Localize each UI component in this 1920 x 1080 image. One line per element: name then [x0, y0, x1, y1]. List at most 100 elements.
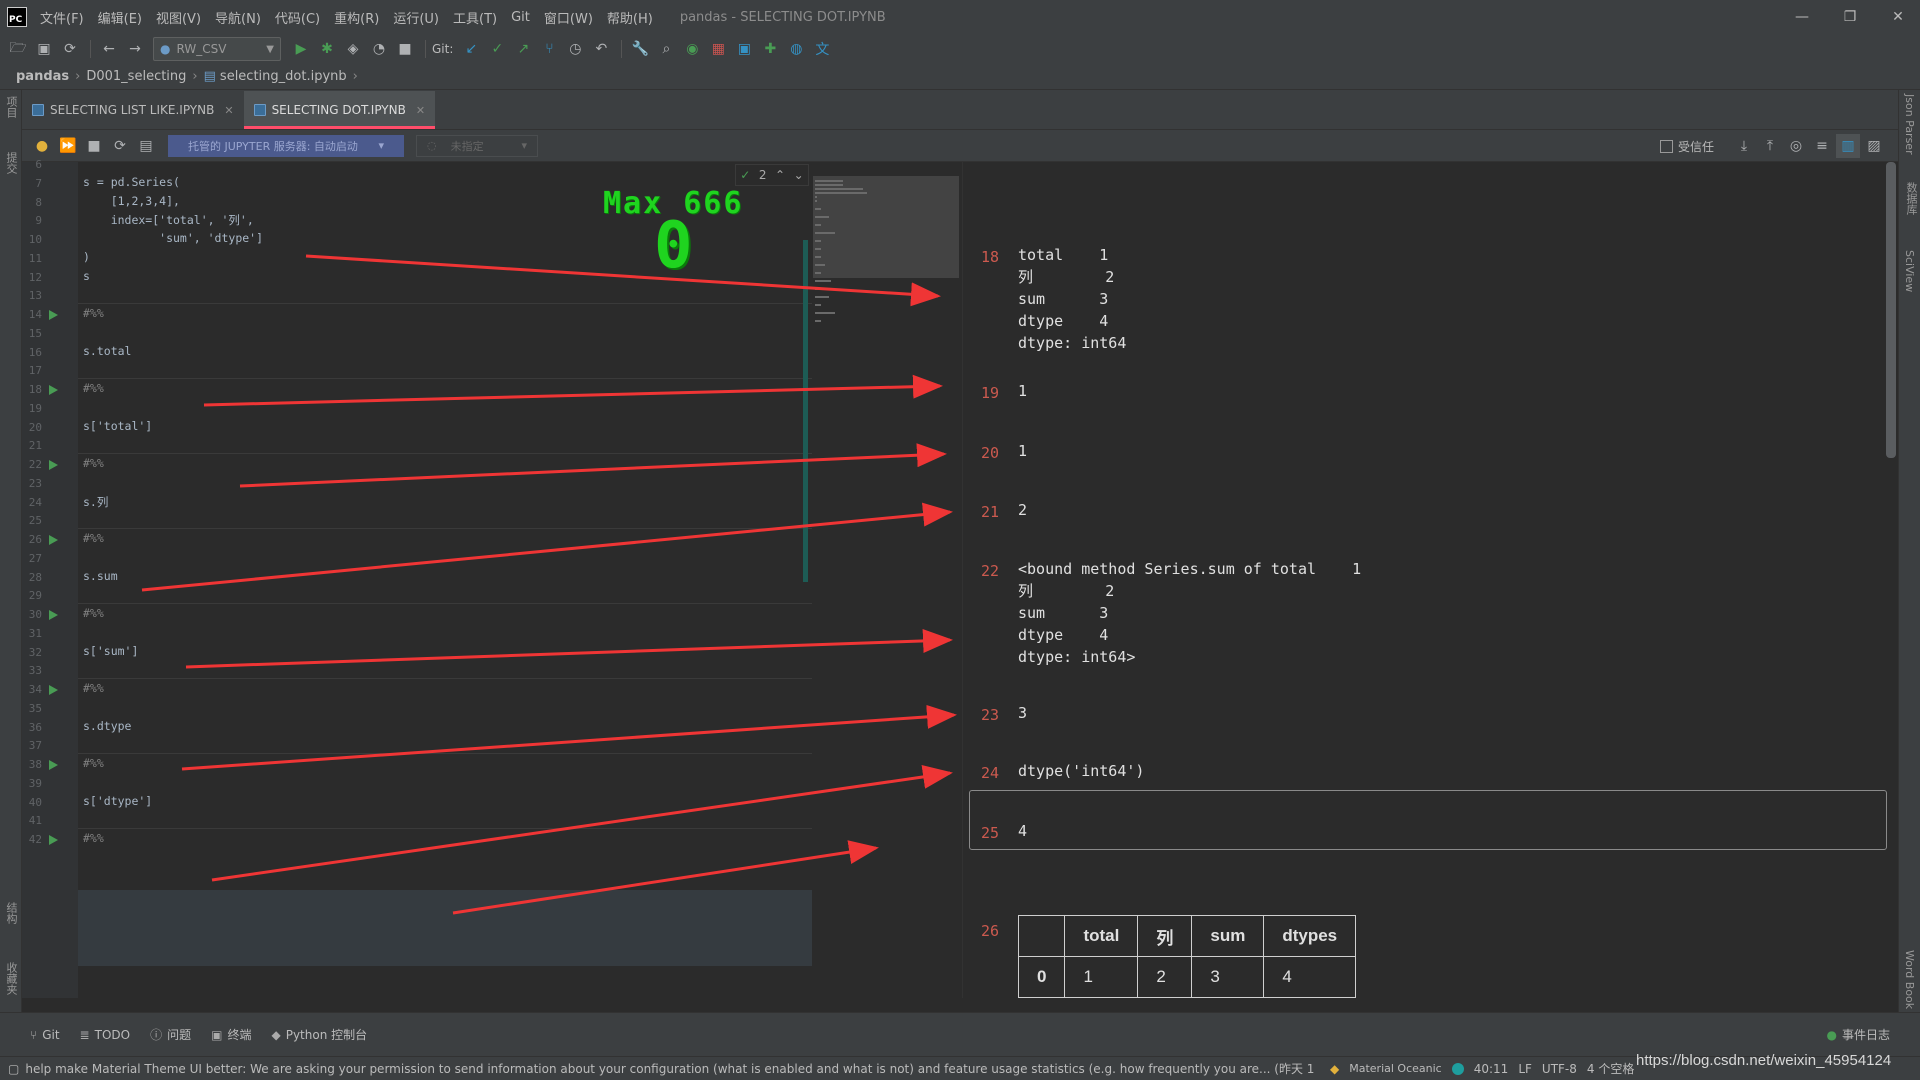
restore-icon[interactable]: ❐ — [1828, 0, 1872, 34]
preview-only-icon[interactable]: ▨ — [1862, 134, 1886, 158]
git-push-icon[interactable]: ↗ — [511, 37, 535, 61]
code-line[interactable]: s.sum — [83, 569, 118, 583]
code-line[interactable]: 'sum', 'dtype'] — [83, 231, 263, 245]
run-cell-icon[interactable] — [49, 535, 58, 545]
menu-git[interactable]: Git — [504, 10, 537, 25]
editor-scrollbar[interactable] — [803, 240, 808, 582]
history-icon[interactable]: ◷ — [563, 37, 587, 61]
run-icon[interactable]: ▶ — [289, 37, 313, 61]
forward-icon[interactable]: → — [123, 37, 147, 61]
menu-code[interactable]: 代码(C) — [268, 8, 327, 27]
tool-project[interactable]: 项目 — [3, 96, 19, 118]
variables-icon[interactable]: ▤ — [134, 134, 158, 158]
tool-sciview[interactable]: SciView — [1903, 250, 1916, 292]
run-cell-icon[interactable] — [49, 760, 58, 770]
stop-icon[interactable]: ■ — [393, 37, 417, 61]
menu-run[interactable]: 运行(U) — [386, 8, 446, 27]
code-line[interactable]: s['dtype'] — [83, 794, 152, 808]
move-up-icon[interactable]: ⤒ — [1758, 134, 1782, 158]
plugin-icon[interactable]: ✚ — [758, 37, 782, 61]
notification-icon[interactable]: ▢ — [8, 1062, 19, 1076]
tab-selecting-list-like[interactable]: SELECTING LIST LIKE.IPYNB ✕ — [22, 91, 244, 129]
menu-refactor[interactable]: 重构(R) — [327, 8, 386, 27]
breadcrumb-folder[interactable]: D001_selecting — [86, 69, 186, 84]
restart-kernel-icon[interactable]: ⟳ — [108, 134, 132, 158]
output-scrollbar[interactable] — [1886, 162, 1896, 458]
status-message[interactable]: help make Material Theme UI better: We a… — [25, 1060, 1315, 1077]
code-editor[interactable]: s = pd.Series( [1,2,3,4], index=['total'… — [78, 162, 812, 998]
event-log[interactable]: ● 事件日志 — [1827, 1026, 1891, 1043]
tool-terminal[interactable]: ▣ 终端 — [211, 1026, 251, 1043]
chevron-up-icon[interactable]: ⌃ — [775, 168, 785, 182]
tool-python-console[interactable]: ◆ Python 控制台 — [271, 1026, 367, 1043]
menu-file[interactable]: 文件(F) — [33, 8, 91, 27]
run-cell-icon[interactable] — [49, 835, 58, 845]
cell-marker[interactable]: #%% — [83, 831, 104, 845]
jupyter-server-select[interactable]: 托管的 JUPYTER 服务器: 自动启动 ▾ — [168, 134, 404, 157]
tool-problems[interactable]: ⓘ 问题 — [150, 1026, 191, 1043]
rollback-icon[interactable]: ↶ — [589, 37, 613, 61]
tool-git[interactable]: ⑂ Git — [30, 1028, 60, 1042]
git-commit-icon[interactable]: ✓ — [485, 37, 509, 61]
tool-commit[interactable]: 提交 — [3, 152, 19, 174]
kernel-select[interactable]: ◌ 未指定 ▾ — [416, 134, 538, 157]
open-folder-icon[interactable]: 🗁 — [6, 37, 30, 61]
eye-icon[interactable]: ◎ — [1784, 134, 1808, 158]
tool-database[interactable]: 数据库 — [1903, 182, 1919, 215]
cell-marker[interactable]: #%% — [83, 306, 104, 320]
cell-marker[interactable]: #%% — [83, 456, 104, 470]
inspection-widget[interactable]: ✓ 2 ⌃ ⌄ — [735, 164, 809, 186]
profile-icon[interactable]: ◔ — [367, 37, 391, 61]
code-line[interactable]: s = pd.Series( — [83, 175, 180, 189]
tool-json-parser[interactable]: Json Parser — [1903, 94, 1916, 155]
minimize-icon[interactable]: — — [1780, 0, 1824, 34]
line-ending[interactable]: LF — [1518, 1062, 1532, 1076]
theme-name[interactable]: Material Oceanic — [1349, 1062, 1441, 1075]
database-icon[interactable]: ◍ — [784, 37, 808, 61]
breadcrumb-project[interactable]: pandas — [16, 69, 69, 84]
chevron-down-icon[interactable]: ⌄ — [794, 168, 804, 182]
tool-word-book[interactable]: Word Book — [1903, 950, 1916, 1009]
save-icon[interactable]: ▣ — [32, 37, 56, 61]
tool-structure[interactable]: 结构 — [3, 902, 19, 924]
move-down-icon[interactable]: ⤓ — [1732, 134, 1756, 158]
editor-only-icon[interactable]: ≡ — [1810, 134, 1834, 158]
translate-icon[interactable]: 文 — [810, 37, 834, 61]
back-icon[interactable]: ← — [97, 37, 121, 61]
find-usages-icon[interactable]: ◉ — [680, 37, 704, 61]
sciview-icon[interactable]: ▣ — [732, 37, 756, 61]
lightbulb-icon[interactable]: ● — [30, 134, 54, 158]
cell-marker[interactable]: #%% — [83, 681, 104, 695]
minimap[interactable] — [812, 162, 959, 998]
cell-marker[interactable]: #%% — [83, 756, 104, 770]
sync-icon[interactable]: ⟳ — [58, 37, 82, 61]
run-cell-icon[interactable] — [49, 310, 58, 320]
caret-position[interactable]: 40:11 — [1474, 1062, 1509, 1076]
run-all-icon[interactable]: ⏩ — [56, 134, 80, 158]
code-line[interactable]: s — [83, 269, 90, 283]
tab-selecting-dot[interactable]: SELECTING DOT.IPYNB ✕ — [243, 91, 436, 129]
interrupt-kernel-icon[interactable]: ■ — [82, 134, 106, 158]
cell-marker[interactable]: #%% — [83, 531, 104, 545]
code-line[interactable]: s.total — [83, 344, 131, 358]
menu-navigate[interactable]: 导航(N) — [208, 8, 268, 27]
git-update-icon[interactable]: ↙ — [459, 37, 483, 61]
run-cell-icon[interactable] — [49, 610, 58, 620]
code-line[interactable]: s['sum'] — [83, 644, 138, 658]
menu-view[interactable]: 视图(V) — [149, 8, 208, 27]
tool-favorites[interactable]: 收藏夹 — [3, 962, 19, 995]
code-line[interactable]: s.dtype — [83, 719, 131, 733]
indent-setting[interactable]: 4 个空格 — [1587, 1060, 1634, 1077]
run-cell-icon[interactable] — [49, 685, 58, 695]
wrench-icon[interactable]: 🔧 — [628, 37, 652, 61]
menu-edit[interactable]: 编辑(E) — [91, 8, 149, 27]
code-line[interactable]: [1,2,3,4], — [83, 194, 180, 208]
menu-tools[interactable]: 工具(T) — [446, 8, 504, 27]
cell-marker[interactable]: #%% — [83, 606, 104, 620]
close-icon[interactable]: ✕ — [416, 104, 425, 117]
cell-marker[interactable]: #%% — [83, 381, 104, 395]
git-branch-icon[interactable]: ⑂ — [537, 37, 561, 61]
file-encoding[interactable]: UTF-8 — [1542, 1062, 1577, 1076]
code-line[interactable]: s.列 — [83, 494, 108, 510]
split-view-icon[interactable]: ▥ — [1836, 134, 1860, 158]
